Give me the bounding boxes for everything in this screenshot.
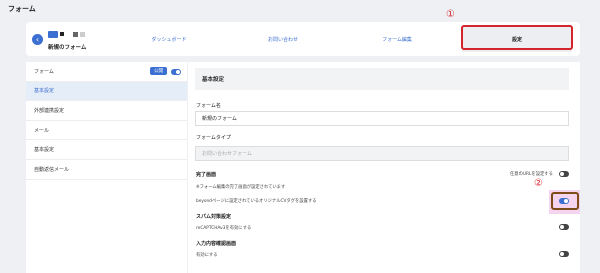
page-title: フォーム xyxy=(8,5,36,13)
annotation-marker-2: ② xyxy=(534,178,543,189)
folder-icon xyxy=(48,30,58,38)
form-name-field[interactable]: 新規のフォーム xyxy=(195,111,569,126)
sidebar-item-label: フォーム xyxy=(34,68,54,75)
confirm-screen-toggle[interactable] xyxy=(559,251,569,257)
sidebar-item-form[interactable]: フォーム 公開 xyxy=(26,62,187,82)
sidebar-item-mail[interactable]: メール xyxy=(26,121,187,141)
recaptcha-label: reCAPTCHAv3を有効にする xyxy=(196,226,252,231)
sidebar-item-mail-basic[interactable]: 基本設定 xyxy=(26,140,187,160)
enable-label: 有効にする xyxy=(196,253,218,258)
annotation-marker-1: ① xyxy=(446,9,455,20)
sidebar-item-basic-settings[interactable]: 基本設定 xyxy=(26,81,187,102)
back-arrow-icon[interactable]: ‹ xyxy=(32,34,43,45)
sidebar-item-label: メール xyxy=(34,127,50,134)
recaptcha-toggle[interactable] xyxy=(559,224,569,230)
completion-note: ※フォーム編集の完了画面が設定されています xyxy=(196,185,286,190)
form-icons xyxy=(48,28,86,40)
section-title: 基本設定 xyxy=(195,68,569,90)
sidebar-item-label: 基本設定 xyxy=(34,88,55,95)
sidebar-item-label: 外部連携設定 xyxy=(34,107,65,114)
spam-label: スパム対策設定 xyxy=(196,214,232,220)
sidebar: フォーム 公開 基本設定 外部連携設定 メール 基本設定 自動返信メール xyxy=(26,62,187,273)
form-header: 新規のフォーム xyxy=(48,28,86,51)
sidebar-item-auto-reply[interactable]: 自動返信メール xyxy=(26,160,187,180)
tab-form-edit[interactable]: フォーム編集 xyxy=(362,22,432,56)
sidebar-item-external-integration[interactable]: 外部連携設定 xyxy=(26,101,187,121)
form-name-label: フォーム名 xyxy=(196,103,221,109)
tab-inquiries[interactable]: お問い合わせ xyxy=(248,22,318,56)
arbitrary-url-label: 任意のURLを設定する xyxy=(510,172,553,177)
confirm-screen-label: 入力内容確認画面 xyxy=(196,241,237,247)
sidebar-item-label: 基本設定 xyxy=(34,147,55,154)
form-type-label: フォームタイプ xyxy=(196,135,231,141)
tab-dashboard[interactable]: ダッシュボード xyxy=(134,22,204,56)
cv-tag-toggle[interactable] xyxy=(559,198,569,204)
cv-tag-label: beyondページに設定されているオリジナルCVタグを設置する xyxy=(196,199,317,204)
status-badge: 公開 xyxy=(150,67,167,75)
completion-label: 完了画面 xyxy=(196,172,217,178)
pixel-icon xyxy=(73,31,78,37)
form-name-title: 新規のフォーム xyxy=(48,45,87,51)
form-type-field: お問い合わせフォーム xyxy=(195,146,569,161)
publish-toggle[interactable] xyxy=(171,69,181,75)
pixel-icon xyxy=(60,32,64,36)
arbitrary-url-toggle[interactable] xyxy=(559,171,569,177)
sidebar-item-label: 自動返信メール xyxy=(34,166,70,173)
annotation-frame-1 xyxy=(461,25,573,50)
main-panel: 基本設定 フォーム名 新規のフォーム フォームタイプ お問い合わせフォーム 完了… xyxy=(188,62,580,273)
pixel-icon xyxy=(80,31,85,37)
